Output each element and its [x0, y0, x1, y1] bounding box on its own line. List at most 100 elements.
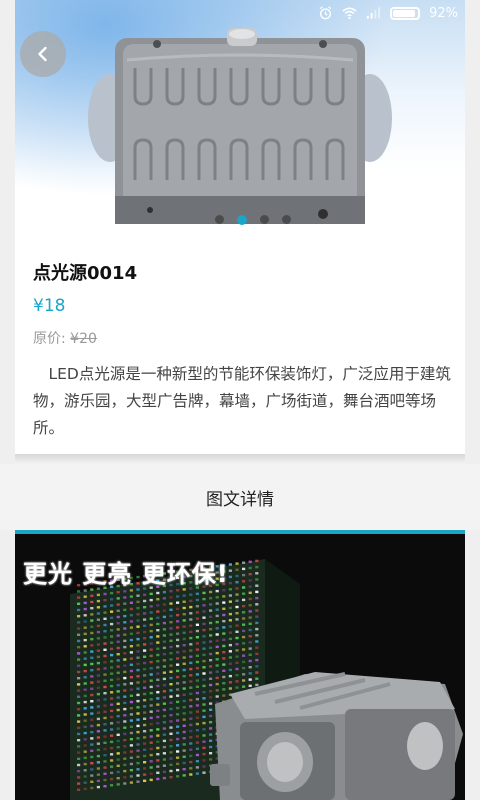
- building-window-light: [215, 589, 219, 593]
- building-window-light: [90, 675, 94, 678]
- building-window-light: [176, 626, 180, 629]
- details-tab-bar[interactable]: 图文详情: [0, 464, 480, 530]
- building-window-light: [143, 767, 147, 770]
- building-window-light: [169, 738, 173, 742]
- carousel-dot[interactable]: [282, 215, 291, 224]
- building-window-light: [248, 653, 252, 656]
- building-window-light: [195, 617, 199, 620]
- building-window-light: [189, 605, 193, 609]
- tab-image-text-details[interactable]: 图文详情: [0, 485, 480, 510]
- building-window-light: [189, 643, 193, 646]
- building-window-light: [96, 742, 100, 745]
- building-window-light: [123, 720, 127, 723]
- building-window-light: [162, 727, 166, 730]
- building-window-light: [242, 642, 246, 645]
- building-window-light: [182, 606, 186, 610]
- building-window-light: [149, 617, 153, 620]
- building-window-light: [110, 753, 114, 756]
- building-window-light: [189, 754, 193, 758]
- building-window-light: [209, 671, 213, 674]
- building-window-light: [110, 771, 114, 775]
- building-window-light: [123, 633, 127, 636]
- building-window-light: [235, 599, 239, 602]
- wifi-icon: [342, 7, 357, 20]
- building-window-light: [129, 694, 133, 697]
- building-window-light: [136, 755, 140, 759]
- building-window-light: [169, 590, 173, 593]
- building-window-light: [195, 741, 199, 744]
- building-window-light: [110, 746, 114, 750]
- building-window-light: [96, 599, 100, 603]
- building-window-light: [255, 572, 259, 575]
- building-window-light: [242, 561, 246, 564]
- building-window-light: [129, 614, 133, 617]
- building-window-light: [176, 725, 180, 728]
- building-window-light: [202, 591, 206, 595]
- building-window-light: [123, 769, 127, 773]
- building-window-light: [235, 624, 239, 627]
- building-window-light: [242, 635, 246, 639]
- building-window-light: [235, 667, 239, 671]
- building-window-light: [90, 731, 94, 734]
- building-window-light: [77, 621, 81, 624]
- building-window-light: [116, 665, 120, 668]
- carousel-dot[interactable]: [215, 215, 224, 224]
- building-window-light: [176, 638, 180, 642]
- building-window-light: [156, 709, 160, 712]
- building-window-light: [182, 730, 186, 734]
- building-window-light: [77, 763, 81, 767]
- building-window-light: [103, 667, 107, 670]
- building-window-light: [96, 655, 100, 659]
- building-window-light: [182, 712, 186, 715]
- building-window-light: [209, 597, 213, 600]
- building-window-light: [189, 655, 193, 658]
- building-window-light: [103, 772, 107, 775]
- building-window-light: [156, 777, 160, 781]
- building-window-light: [116, 764, 120, 767]
- building-window-light: [242, 592, 246, 595]
- building-window-light: [215, 651, 219, 655]
- building-window-light: [169, 596, 173, 599]
- building-window-light: [209, 721, 213, 724]
- building-window-light: [235, 593, 239, 596]
- building-window-light: [123, 621, 127, 624]
- building-window-light: [83, 700, 87, 704]
- building-window-light: [110, 622, 114, 626]
- building-window-light: [195, 704, 199, 707]
- building-window-light: [143, 661, 147, 665]
- building-window-light: [235, 630, 239, 633]
- building-window-light: [189, 736, 193, 739]
- building-window-light: [116, 696, 120, 699]
- product-info-card: 点光源0014 ¥18 原价: ¥20 LED点光源是一种新型的节能环保装饰灯，…: [15, 244, 465, 454]
- building-window-light: [143, 754, 147, 758]
- carousel-dot[interactable]: [260, 215, 269, 224]
- building-window-light: [90, 631, 94, 635]
- building-window-light: [77, 639, 81, 643]
- building-window-light: [176, 644, 180, 648]
- building-window-light: [77, 646, 81, 649]
- building-window-light: [129, 775, 133, 778]
- building-window-light: [143, 649, 147, 652]
- building-window-light: [209, 590, 213, 594]
- building-window-light: [156, 765, 160, 768]
- building-window-light: [202, 597, 206, 601]
- building-window-light: [202, 659, 206, 663]
- building-window-light: [110, 691, 114, 694]
- building-window-light: [209, 696, 213, 699]
- building-window-light: [242, 604, 246, 608]
- carousel-dot[interactable]: [237, 214, 247, 225]
- building-window-light: [189, 705, 193, 708]
- building-window-light: [195, 598, 199, 602]
- building-window-light: [103, 605, 107, 608]
- building-window-light: [169, 751, 173, 754]
- product-image-carousel[interactable]: [15, 0, 465, 244]
- building-window-light: [136, 730, 140, 734]
- building-window-light: [202, 635, 206, 638]
- building-window-light: [228, 687, 232, 690]
- building-window-light: [77, 608, 81, 612]
- building-window-light: [77, 670, 81, 674]
- building-window-light: [156, 641, 160, 644]
- carousel-indicator[interactable]: [215, 214, 291, 225]
- back-button[interactable]: [20, 31, 66, 77]
- building-window-light: [195, 710, 199, 713]
